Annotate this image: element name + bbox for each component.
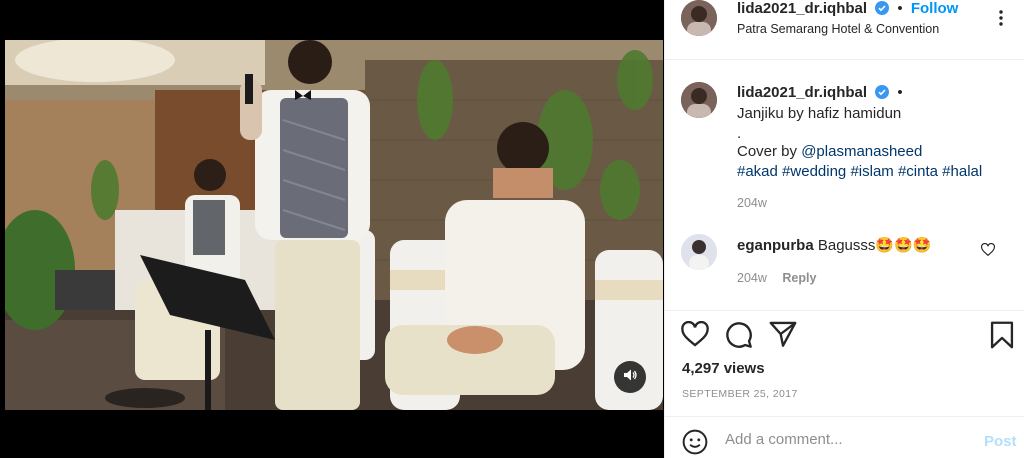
follow-button[interactable]: Follow: [911, 0, 959, 17]
reply-button[interactable]: Reply: [782, 271, 816, 285]
verified-badge-icon: [875, 85, 890, 103]
save-button[interactable]: [990, 321, 1014, 354]
post-details-panel: lida2021_dr.iqhbal • Follow Patra Semara…: [664, 0, 1024, 458]
separator-dot: •: [897, 84, 903, 101]
paper-plane-icon: [769, 321, 797, 351]
verified-badge-icon: [875, 1, 890, 19]
mute-button[interactable]: [614, 361, 646, 393]
video-frame: [5, 40, 663, 410]
emoji-button[interactable]: [682, 429, 708, 458]
hashtag-list: #akad #wedding #islam #cinta #halal: [737, 162, 982, 182]
comment-text: Bagusss🤩🤩🤩: [817, 237, 932, 254]
share-button[interactable]: [769, 321, 797, 352]
hashtag-link[interactable]: #akad: [737, 163, 778, 180]
separator-dot: •: [897, 0, 903, 17]
view-count[interactable]: 4,297 views: [682, 360, 765, 377]
post-media: [0, 0, 664, 458]
comment-body: eganpurba Bagusss🤩🤩🤩: [737, 236, 931, 254]
hashtag-link[interactable]: #halal: [942, 163, 982, 180]
post-header: lida2021_dr.iqhbal • Follow Patra Semara…: [665, 0, 1024, 60]
commenter-username[interactable]: eganpurba: [737, 237, 814, 254]
mention-link[interactable]: @plasmanasheed: [801, 143, 922, 160]
post-date[interactable]: SEPTEMBER 25, 2017: [682, 388, 798, 400]
hashtag-link[interactable]: #wedding: [782, 163, 846, 180]
location-link[interactable]: Patra Semarang Hotel & Convention: [737, 22, 939, 36]
speaker-icon: [623, 368, 637, 387]
author-avatar[interactable]: [681, 0, 717, 36]
more-options-icon: [999, 10, 1003, 30]
comment-age[interactable]: 204w: [737, 271, 767, 285]
comment-like-button[interactable]: [981, 242, 995, 261]
author-username[interactable]: lida2021_dr.iqhbal: [737, 0, 867, 17]
heart-icon: [681, 320, 709, 351]
caption-avatar[interactable]: [681, 82, 717, 118]
post-comment-button[interactable]: Post: [984, 433, 1017, 450]
comment-meta: 204w Reply: [737, 271, 816, 285]
add-comment-bar: Post: [665, 416, 1024, 458]
caption-line-1: Janjiku by hafiz hamidun: [737, 105, 902, 122]
like-button[interactable]: [681, 320, 709, 352]
post-actions: 4,297 views SEPTEMBER 25, 2017: [665, 310, 1024, 410]
video-player[interactable]: [5, 40, 663, 410]
hashtag-link[interactable]: #islam: [850, 163, 893, 180]
comment-button[interactable]: [725, 321, 753, 354]
hashtag-link[interactable]: #cinta: [898, 163, 938, 180]
heart-icon: [981, 242, 995, 260]
more-options-button[interactable]: [999, 10, 1003, 31]
caption-cover-text: Cover by: [737, 143, 802, 160]
caption-line-2: .: [737, 125, 742, 142]
comment-bubble-icon: [725, 322, 753, 353]
smiley-icon: [682, 429, 708, 458]
comment-input[interactable]: [725, 431, 965, 448]
bookmark-icon: [990, 321, 1014, 353]
commenter-avatar[interactable]: [681, 234, 717, 270]
caption-username[interactable]: lida2021_dr.iqhbal: [737, 84, 867, 101]
caption-line-3: Cover by @plasmanasheed: [737, 142, 922, 162]
caption-age[interactable]: 204w: [737, 196, 767, 210]
